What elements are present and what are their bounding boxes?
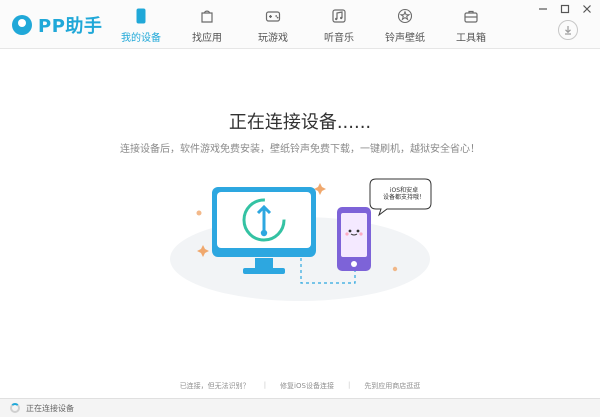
top-bar: PP助手 我的设备 找应用 玩游戏 听音乐 铃声壁纸 工具箱: [0, 0, 600, 49]
tab-ringtones-wallpapers-label: 铃声壁纸: [385, 33, 425, 44]
tab-toolbox-label: 工具箱: [456, 33, 486, 44]
window-controls: [536, 2, 594, 16]
bag-icon: [199, 8, 215, 24]
music-icon: [331, 8, 347, 24]
link-separator: |: [263, 381, 267, 389]
pp-assistant-window: PP助手 我的设备 找应用 玩游戏 听音乐 铃声壁纸 工具箱 正在连接设备...…: [0, 0, 600, 417]
star-icon: [397, 8, 413, 24]
tab-listen-music[interactable]: 听音乐: [306, 6, 372, 48]
pp-logo-icon: [12, 15, 32, 35]
main-content: 正在连接设备...... 连接设备后，软件游戏免费安装，壁纸铃声免费下载，一键刷…: [0, 48, 600, 398]
link-browse-app-store[interactable]: 先到应用商店逛逛: [364, 381, 420, 391]
link-repair-ios-connection[interactable]: 修复iOS设备连接: [280, 381, 334, 391]
close-icon: [583, 5, 591, 13]
tab-find-apps-label: 找应用: [192, 33, 222, 44]
gamepad-icon: [265, 8, 281, 24]
tab-listen-music-label: 听音乐: [324, 33, 354, 44]
device-icon: [133, 8, 149, 24]
minimize-button[interactable]: [536, 2, 550, 16]
page-subtitle: 连接设备后，软件游戏免费安装，壁纸铃声免费下载，一键刷机，越狱安全省心！: [120, 144, 480, 155]
help-links: 已连接，但无法识别？ | 修复iOS设备连接 | 先到应用商店逛逛: [0, 381, 600, 391]
speech-bubble: iOS和安卓 设备都支持哦！: [370, 180, 434, 210]
close-button[interactable]: [580, 2, 594, 16]
tab-find-apps[interactable]: 找应用: [174, 6, 240, 48]
status-bar: 正在连接设备: [0, 398, 600, 417]
link-separator: |: [347, 381, 351, 389]
speech-bubble-text: iOS和安卓 设备都支持哦！: [378, 187, 430, 201]
connect-illustration: iOS和安卓 设备都支持哦！: [155, 173, 445, 313]
app-brand: PP助手: [38, 16, 103, 37]
tab-my-device[interactable]: 我的设备: [108, 6, 174, 48]
bubble-line-2: 设备都支持哦！: [382, 194, 425, 201]
tab-ringtones-wallpapers[interactable]: 铃声壁纸: [372, 6, 438, 48]
bubble-line-1: iOS和安卓: [389, 187, 419, 194]
link-connected-not-recognized[interactable]: 已连接，但无法识别？: [180, 381, 250, 391]
page-title: 正在连接设备......: [228, 112, 372, 133]
tab-my-device-label: 我的设备: [121, 33, 161, 44]
tab-play-games[interactable]: 玩游戏: [240, 6, 306, 48]
maximize-icon: [560, 4, 570, 14]
tab-toolbox[interactable]: 工具箱: [438, 6, 504, 48]
main-nav: 我的设备 找应用 玩游戏 听音乐 铃声壁纸 工具箱: [108, 6, 504, 48]
tab-play-games-label: 玩游戏: [258, 33, 288, 44]
download-manager-button[interactable]: [558, 20, 578, 40]
minimize-icon: [539, 8, 547, 10]
status-text: 正在连接设备: [26, 403, 74, 413]
maximize-button[interactable]: [558, 2, 572, 16]
app-logo[interactable]: PP助手: [12, 12, 102, 38]
toolbox-icon: [463, 8, 479, 24]
download-icon: [565, 26, 571, 35]
loading-spinner-icon: [10, 403, 20, 413]
